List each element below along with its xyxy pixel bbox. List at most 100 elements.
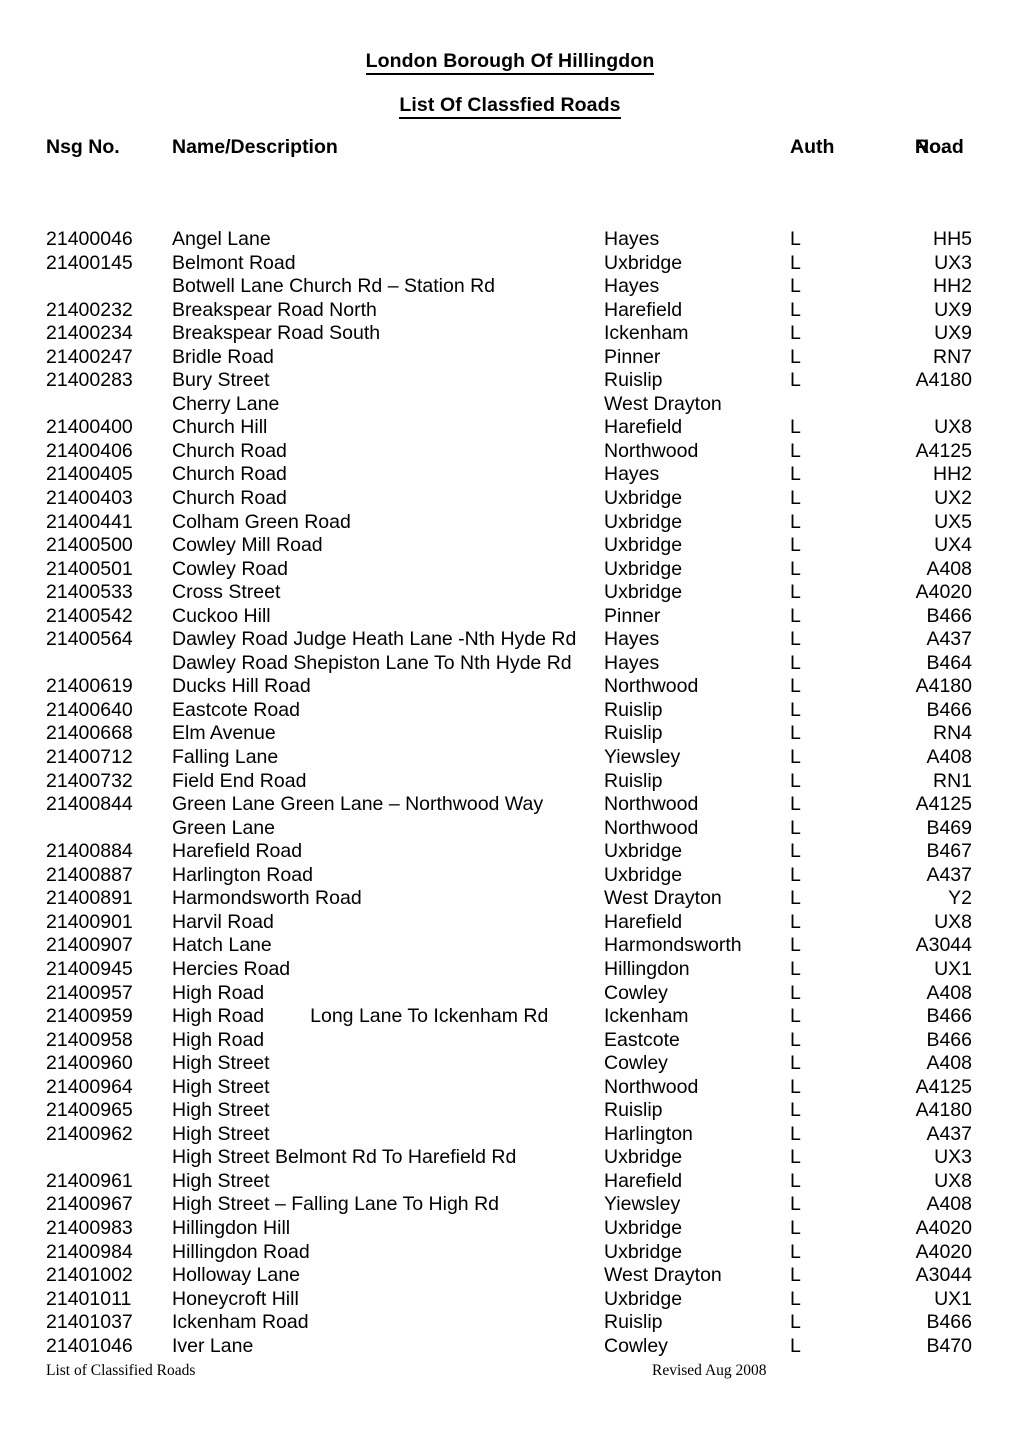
cell-nsg-no: 21400668 xyxy=(46,722,133,745)
cell-road-no: UX9 xyxy=(934,298,972,321)
cell-auth: L xyxy=(790,510,801,533)
cell-nsg-no: 21400234 xyxy=(46,322,133,345)
cell-name-description: Iver Lane xyxy=(172,1334,254,1357)
cell-auth: L xyxy=(790,746,801,769)
cell-name-description: Angel Lane xyxy=(172,228,271,250)
cell-town: Northwood xyxy=(604,816,699,839)
cell-name-description: Harefield Road xyxy=(172,840,303,863)
cell-road-no: B466 xyxy=(926,604,972,627)
cell-name-description: Hercies Road xyxy=(172,957,291,980)
cell-road-no: UX8 xyxy=(934,416,972,439)
cell-nsg-no: 21400732 xyxy=(46,769,133,792)
column-header-road-no-line2: No. xyxy=(915,136,947,158)
cell-auth: L xyxy=(790,1028,801,1051)
cell-name-description: High Street xyxy=(172,1075,270,1098)
cell-name-description: Field End Road xyxy=(172,769,307,792)
cell-nsg-no: 21400533 xyxy=(46,581,133,604)
table-row: 21400533 Cross Street Uxbridge L A4020 xyxy=(0,581,1020,605)
footer-right-text: Revised Aug 2008 xyxy=(652,1362,767,1379)
cell-nsg-no: 21400960 xyxy=(46,1052,133,1075)
cell-road-no: A408 xyxy=(926,981,972,1004)
cell-nsg-no: 21400901 xyxy=(46,910,133,933)
cell-road-no: A4180 xyxy=(915,1099,972,1122)
cell-name-description: Belmont Road xyxy=(172,251,296,274)
cell-auth: L xyxy=(790,1075,801,1098)
cell-name-description: Colham Green Road xyxy=(172,510,351,533)
table-row: 21400959 High Road Long Lane To Ickenham R… xyxy=(0,1005,1020,1029)
table-row: 21400732 Field End Road Ruislip L RN1 xyxy=(0,770,1020,794)
cell-nsg-no: 21400403 xyxy=(46,487,133,510)
cell-auth: L xyxy=(790,298,801,321)
table-row: 21400501 Cowley Road Uxbridge L A408 xyxy=(0,558,1020,582)
cell-auth: L xyxy=(790,487,801,510)
cell-road-no: Y2 xyxy=(948,887,972,910)
cell-town: Northwood xyxy=(604,675,699,698)
table-row: 21400712 Falling Lane Yiewsley L A408 xyxy=(0,746,1020,770)
cell-auth: L xyxy=(790,722,801,745)
cell-name-description: Botwell Lane Church Rd – Station Rd xyxy=(172,275,496,298)
cell-name-primary: High Road xyxy=(172,1005,265,1028)
table-row: 21400887 Harlington Road Uxbridge L A437 xyxy=(0,864,1020,888)
cell-town: Hayes xyxy=(604,628,660,651)
table-row: 21400247 Bridle Road Pinner L RN7 xyxy=(0,346,1020,370)
cell-nsg-no: 21401046 xyxy=(46,1334,133,1357)
cell-auth: L xyxy=(790,1334,801,1357)
cell-road-no: B467 xyxy=(926,840,972,863)
cell-auth: L xyxy=(790,1052,801,1075)
table-row: 21400844 Green Lane Green Lane – Northwoo… xyxy=(0,793,1020,817)
cell-auth: L xyxy=(790,1216,801,1239)
cell-road-no: A437 xyxy=(926,863,972,886)
table-row: 21400668 Elm Avenue Ruislip L RN4 xyxy=(0,722,1020,746)
cell-name-description: Breakspear Road South xyxy=(172,322,381,345)
cell-road-no: HH2 xyxy=(932,463,972,486)
footer-left-text: List of Classified Roads xyxy=(46,1362,196,1379)
cell-town: Uxbridge xyxy=(604,581,683,604)
cell-name-description: Bury Street xyxy=(172,369,270,392)
table-row: 21400965 High Street Ruislip L A4180 xyxy=(0,1099,1020,1123)
cell-road-no: B466 xyxy=(926,1005,972,1028)
cell-nsg-no: 21400945 xyxy=(46,957,133,980)
table-row: 21401037 Ickenham Road Ruislip L B466 xyxy=(0,1311,1020,1335)
column-header-auth: Auth xyxy=(790,136,835,158)
cell-road-no: A4020 xyxy=(915,1216,972,1239)
table-row: 21400957 High Road Cowley L A408 xyxy=(0,982,1020,1006)
cell-auth: L xyxy=(790,1005,801,1028)
cell-auth: L xyxy=(790,651,801,674)
table-row: 21400967 High Street – Falling Lane To Hi… xyxy=(0,1193,1020,1217)
table-row: 21400884 Harefield Road Uxbridge L B467 xyxy=(0,840,1020,864)
table-row: 21400145 Belmont Road Uxbridge L UX3 xyxy=(0,252,1020,276)
cell-auth: L xyxy=(790,534,801,557)
cell-auth: L xyxy=(790,322,801,345)
cell-road-no: A4180 xyxy=(915,675,972,698)
cell-name-description: Dawley Road Shepiston Lane To Nth Hyde R… xyxy=(172,651,572,674)
cell-town: Harefield xyxy=(604,910,683,933)
table-column-header: Nsg No. Name/Description Auth Road No. xyxy=(0,136,1020,200)
cell-road-no: A408 xyxy=(926,746,972,769)
document-title-text: London Borough Of Hillingdon xyxy=(365,50,655,75)
cell-town: Ickenham xyxy=(604,1005,689,1028)
cell-town: Northwood xyxy=(604,793,699,816)
cell-name-description: High Road xyxy=(172,981,265,1004)
cell-road-no: UX8 xyxy=(934,1169,972,1192)
page-footer: List of Classified Roads Revised Aug 200… xyxy=(0,1361,1020,1387)
cell-auth: L xyxy=(790,675,801,698)
table-row: 21400962 High Street Harlington L A437 xyxy=(0,1123,1020,1147)
cell-auth: L xyxy=(790,463,801,486)
cell-road-no: UX8 xyxy=(934,910,972,933)
cell-name-description: Church Road xyxy=(172,439,287,462)
cell-auth: L xyxy=(790,557,801,580)
column-header-name: Name/Description xyxy=(172,136,338,158)
cell-auth: L xyxy=(790,1240,801,1263)
cell-nsg-no: 21401011 xyxy=(46,1287,132,1310)
cell-town: Ruislip xyxy=(604,1311,663,1334)
cell-name-description: Green Lane xyxy=(172,816,275,839)
cell-road-no: B469 xyxy=(926,816,972,839)
cell-nsg-no: 21400964 xyxy=(46,1075,133,1098)
cell-nsg-no: 21400564 xyxy=(46,628,133,651)
cell-auth: L xyxy=(790,793,801,816)
cell-town: Yiewsley xyxy=(604,746,681,769)
cell-road-no: B466 xyxy=(926,1028,972,1051)
cell-road-no: A437 xyxy=(926,1122,972,1145)
cell-town: Hayes xyxy=(604,275,660,298)
cell-name-description: High Road Long Lane To Ickenham Rd xyxy=(172,1005,548,1029)
